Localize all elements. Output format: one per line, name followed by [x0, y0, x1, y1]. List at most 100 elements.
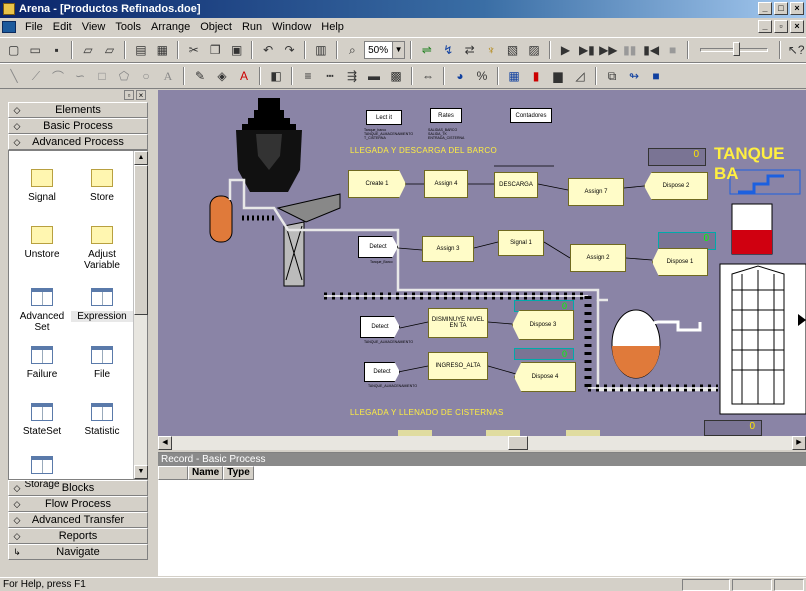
fill-pattern-icon[interactable]: ▩: [386, 66, 406, 86]
dock-icon[interactable]: ▫: [124, 90, 134, 100]
scroll-thumb[interactable]: [134, 165, 148, 315]
new-file-icon[interactable]: ▢: [4, 40, 23, 60]
arrow-style-icon[interactable]: ⇶: [342, 66, 362, 86]
histogram-icon[interactable]: ▆: [548, 66, 568, 86]
text-tool-icon[interactable]: A: [158, 66, 178, 86]
create-module[interactable]: Create 1: [348, 170, 406, 198]
counter-2[interactable]: 0: [658, 232, 716, 250]
link-icon[interactable]: ⇔: [418, 66, 438, 86]
process-module-ingreso[interactable]: INGRESO_ALTA: [428, 352, 488, 380]
maximize-button[interactable]: □: [774, 2, 788, 15]
bezier-tool-icon[interactable]: ∽: [70, 66, 90, 86]
menu-tools[interactable]: Tools: [110, 21, 146, 33]
box-tool-icon[interactable]: □: [92, 66, 112, 86]
view-layers-icon[interactable]: ▥: [311, 40, 330, 60]
module-signal[interactable]: Signal: [11, 169, 73, 203]
template-detach-icon[interactable]: ▱: [100, 40, 119, 60]
route-icon[interactable]: ⧉: [602, 66, 622, 86]
connect-icon[interactable]: ⇌: [417, 40, 436, 60]
close-button[interactable]: ×: [790, 2, 804, 15]
assign-module-2[interactable]: Assign 2: [570, 244, 626, 272]
module-file[interactable]: File: [71, 346, 133, 380]
module-expression[interactable]: Expression: [71, 288, 133, 322]
detect-module-a[interactable]: Detect: [358, 236, 398, 258]
open-file-icon[interactable]: ▭: [25, 40, 44, 60]
arc-tool-icon[interactable]: ⌒: [48, 66, 68, 86]
module-stateset[interactable]: StateSet: [11, 403, 73, 437]
menu-help[interactable]: Help: [316, 21, 349, 33]
copy-icon[interactable]: ❐: [206, 40, 225, 60]
scroll-right-icon[interactable]: ▶: [792, 436, 806, 450]
parking-icon[interactable]: ■: [646, 66, 666, 86]
animation-speed-slider[interactable]: [700, 42, 769, 56]
redo-icon[interactable]: ↷: [280, 40, 299, 60]
detect-module-b[interactable]: Detect: [360, 316, 400, 338]
module-statistic[interactable]: Statistic: [71, 403, 133, 437]
menu-window[interactable]: Window: [267, 21, 316, 33]
variable-icon[interactable]: ▦: [504, 66, 524, 86]
variable-box-lect[interactable]: Lect it: [366, 110, 402, 125]
dispose-module-2[interactable]: Dispose 2: [644, 172, 708, 200]
canvas-horizontal-scrollbar[interactable]: ◀ ▶: [158, 436, 806, 450]
line-style-icon[interactable]: ┅: [320, 66, 340, 86]
variable-box-contadores[interactable]: Contadores: [510, 108, 552, 123]
scroll-left-icon[interactable]: ◀: [158, 436, 172, 450]
variable-box-rates[interactable]: Rates: [430, 108, 462, 123]
polyline-tool-icon[interactable]: ⟋: [26, 66, 46, 86]
pause-icon[interactable]: ▮▮: [620, 40, 639, 60]
menu-edit[interactable]: Edit: [48, 21, 77, 33]
panel-advanced-process[interactable]: ◇ Advanced Process: [8, 134, 148, 150]
slider-thumb[interactable]: [733, 42, 741, 56]
assign-module-4[interactable]: Assign 4: [424, 170, 468, 198]
animate-icon[interactable]: ♆: [481, 40, 500, 60]
close-icon[interactable]: ×: [136, 90, 146, 100]
chevron-down-icon[interactable]: ▼: [392, 42, 405, 58]
ellipse-tool-icon[interactable]: ○: [136, 66, 156, 86]
line-width-icon[interactable]: ≡: [298, 66, 318, 86]
panel-advanced-transfer[interactable]: ◇ Advanced Transfer: [8, 512, 148, 528]
panel-reports[interactable]: ◇ Reports: [8, 528, 148, 544]
module-adjust-variable[interactable]: Adjust Variable: [71, 226, 133, 271]
station-icon[interactable]: ⇄: [460, 40, 479, 60]
date-icon[interactable]: %: [472, 66, 492, 86]
process-module-disminuye[interactable]: DISMINUYE NIVEL EN TA: [428, 308, 488, 338]
counter-1[interactable]: 0: [648, 148, 706, 166]
minimize-button[interactable]: _: [758, 2, 772, 15]
run-go-icon[interactable]: ▶: [556, 40, 575, 60]
fast-forward-icon[interactable]: ▶▶: [599, 40, 618, 60]
panel-flow-process[interactable]: ◇ Flow Process: [8, 496, 148, 512]
zoom-select[interactable]: 50% ▼: [364, 41, 406, 59]
context-help-icon[interactable]: ↖?: [786, 40, 805, 60]
line-color-icon[interactable]: ✎: [190, 66, 210, 86]
detect-module-c[interactable]: Detect: [364, 362, 400, 382]
polygon-tool-icon[interactable]: ⬠: [114, 66, 134, 86]
module-failure[interactable]: Failure: [11, 346, 73, 380]
line-tool-icon[interactable]: ╲: [4, 66, 24, 86]
panel-blocks[interactable]: ◇ Blocks: [8, 480, 148, 496]
print-preview-icon[interactable]: ▦: [153, 40, 172, 60]
menu-run[interactable]: Run: [237, 21, 267, 33]
dispose-module-4[interactable]: Dispose 4: [514, 362, 576, 392]
assign-module-3[interactable]: Assign 3: [422, 236, 474, 262]
clock-icon[interactable]: ◕: [450, 66, 470, 86]
menu-view[interactable]: View: [77, 21, 111, 33]
end-icon[interactable]: ■: [663, 40, 682, 60]
level-icon[interactable]: ▮: [526, 66, 546, 86]
resource-icon[interactable]: ▨: [524, 40, 543, 60]
column-header-type[interactable]: Type: [223, 466, 254, 480]
doc-close-button[interactable]: ×: [790, 20, 804, 33]
menu-arrange[interactable]: Arrange: [146, 21, 195, 33]
scroll-thumb[interactable]: [508, 436, 528, 450]
doc-restore-button[interactable]: ▫: [774, 20, 788, 33]
line-pattern-icon[interactable]: ▬: [364, 66, 384, 86]
document-icon[interactable]: [2, 21, 16, 33]
zoom-icon[interactable]: ⌕: [343, 40, 362, 60]
connector-icon[interactable]: ↯: [439, 40, 458, 60]
module-store[interactable]: Store: [71, 169, 133, 203]
signal-module-1[interactable]: Signal 1: [498, 230, 544, 256]
panel-basic-process[interactable]: ◇ Basic Process: [8, 118, 148, 134]
module-unstore[interactable]: Unstore: [11, 226, 73, 260]
dispose-module-1[interactable]: Dispose 1: [652, 248, 708, 276]
doc-minimize-button[interactable]: _: [758, 20, 772, 33]
menu-file[interactable]: File: [20, 21, 48, 33]
